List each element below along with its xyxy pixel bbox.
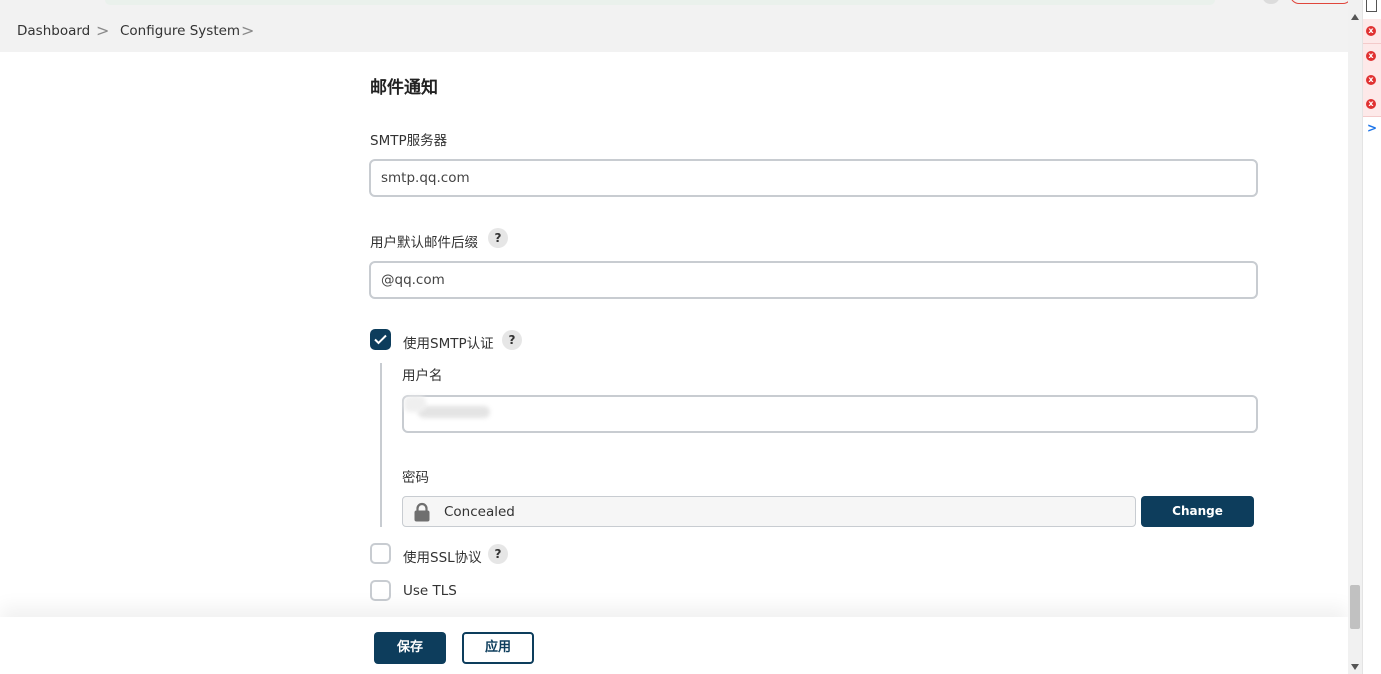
breadcrumb: Dashboard > Configure System >: [0, 10, 1348, 52]
scrollbar-thumb[interactable]: [1350, 585, 1360, 629]
error-icon: x: [1366, 99, 1376, 109]
username-label: 用户名: [402, 368, 443, 384]
scroll-down-arrow-icon[interactable]: [1351, 664, 1359, 670]
error-row[interactable]: x: [1363, 68, 1381, 93]
error-row[interactable]: x: [1363, 92, 1381, 117]
error-icon: x: [1366, 26, 1376, 36]
lock-icon: [414, 502, 430, 522]
devtools-panel: x x x x >: [1362, 0, 1381, 674]
use-tls-checkbox[interactable]: [370, 580, 391, 601]
apply-button[interactable]: 应用: [462, 632, 534, 664]
error-row[interactable]: x: [1363, 44, 1381, 69]
expand-chevron-icon[interactable]: >: [1367, 121, 1377, 135]
change-password-button[interactable]: Change Password: [1141, 496, 1254, 549]
panel-layout-icon[interactable]: [1366, 0, 1377, 12]
use-tls-label: Use TLS: [403, 583, 457, 599]
page-scrollbar[interactable]: [1348, 0, 1362, 674]
redacted-username: [418, 406, 490, 418]
scroll-up-arrow-icon[interactable]: [1351, 14, 1359, 20]
browser-action-button[interactable]: [1290, 0, 1352, 4]
auth-group-divider: [380, 363, 382, 527]
redacted-username: [404, 396, 426, 412]
use-ssl-label: 使用SSL协议: [403, 550, 482, 566]
error-icon: x: [1366, 75, 1376, 85]
password-concealed-text: Concealed: [444, 504, 515, 520]
browser-top-strip: [0, 0, 1352, 10]
error-row[interactable]: x: [1363, 19, 1381, 44]
default-suffix-input[interactable]: [369, 261, 1258, 299]
use-ssl-checkbox[interactable]: [370, 543, 391, 564]
smtp-auth-checkbox[interactable]: [370, 329, 391, 350]
save-button[interactable]: 保存: [374, 632, 446, 664]
chevron-right-icon[interactable]: >: [96, 21, 109, 40]
form-action-bar: 保存 应用: [0, 617, 1348, 674]
default-suffix-label: 用户默认邮件后缀: [370, 235, 478, 251]
profile-icon[interactable]: [1263, 0, 1279, 4]
help-icon[interactable]: ?: [502, 330, 522, 350]
password-label: 密码: [402, 470, 429, 486]
error-icon: x: [1366, 51, 1376, 61]
smtp-server-label: SMTP服务器: [370, 133, 448, 149]
username-input[interactable]: [402, 395, 1258, 433]
smtp-server-input[interactable]: [369, 159, 1258, 197]
section-title: 邮件通知: [370, 78, 438, 98]
smtp-auth-label: 使用SMTP认证: [403, 336, 494, 352]
chevron-right-icon[interactable]: >: [241, 21, 254, 40]
help-icon[interactable]: ?: [488, 544, 508, 564]
address-bar[interactable]: [105, 0, 1215, 5]
breadcrumb-configure-system[interactable]: Configure System: [120, 23, 240, 39]
password-field[interactable]: Concealed: [402, 496, 1136, 527]
checkmark-icon: [374, 334, 387, 345]
help-icon[interactable]: ?: [488, 228, 508, 248]
breadcrumb-dashboard[interactable]: Dashboard: [17, 23, 90, 39]
